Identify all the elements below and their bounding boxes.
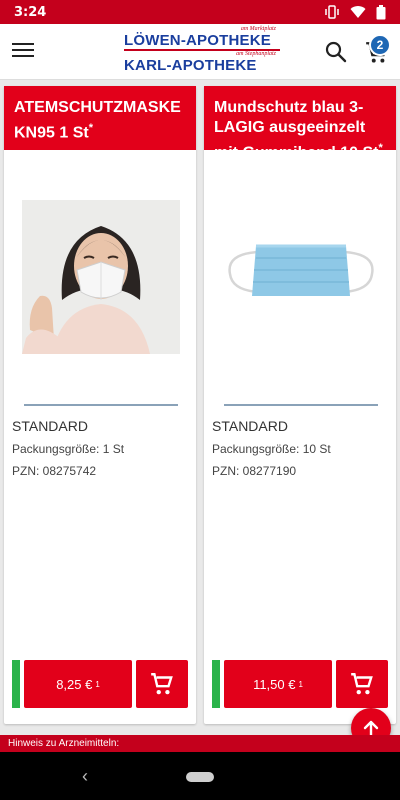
- add-to-cart-button[interactable]: [136, 660, 188, 708]
- battery-icon: [376, 4, 386, 19]
- search-icon[interactable]: [324, 40, 348, 64]
- logo-line-karl: KARL-APOTHEKE: [124, 57, 257, 74]
- in-stock-indicator: [12, 660, 20, 708]
- product-pack-size: Packungsgröße: 10 St: [212, 442, 331, 456]
- pharmacy-logo[interactable]: am Marktplatz LÖWEN-APOTHEKE am Stephanp…: [124, 26, 280, 76]
- product-card[interactable]: Mundschutz blau 3-LAGIG ausgeeinzelt mit…: [204, 86, 396, 724]
- product-name: Mundschutz blau 3-LAGIG ausgeeinzelt mit…: [214, 99, 379, 162]
- in-stock-indicator: [212, 660, 220, 708]
- product-name: ATEMSCHUTZMASKE KN95 1 St: [14, 99, 181, 142]
- footnote-star: *: [88, 122, 93, 134]
- cart-count-badge[interactable]: 2: [369, 34, 391, 56]
- menu-icon[interactable]: [12, 40, 34, 62]
- price-button[interactable]: 11,50 €1: [224, 660, 332, 708]
- footnote-star: *: [378, 142, 383, 154]
- add-cart-icon: [151, 673, 173, 695]
- product-card[interactable]: ATEMSCHUTZMASKE KN95 1 St* STANDARD Pack…: [4, 86, 196, 724]
- status-time: 3:24: [14, 4, 47, 20]
- status-bar: 3:24: [0, 0, 400, 24]
- product-price: 11,50 €: [253, 676, 296, 692]
- divider: [24, 404, 178, 406]
- home-pill-icon[interactable]: [186, 772, 214, 782]
- product-title-bar[interactable]: Mundschutz blau 3-LAGIG ausgeeinzelt mit…: [204, 86, 396, 161]
- product-image-kn95[interactable]: [22, 200, 180, 354]
- add-to-cart-button[interactable]: [336, 660, 388, 708]
- product-pzn: PZN: 08275742: [12, 464, 97, 478]
- back-icon[interactable]: ‹: [82, 766, 88, 787]
- price-footnote: 1: [95, 679, 100, 689]
- price-footnote: 1: [298, 679, 303, 689]
- status-icons: [324, 4, 386, 20]
- wifi-icon: [350, 6, 366, 19]
- product-pzn: PZN: 08277190: [212, 464, 297, 478]
- divider: [224, 404, 378, 406]
- product-title-bar[interactable]: ATEMSCHUTZMASKE KN95 1 St*: [4, 86, 196, 150]
- app-bar: am Marktplatz LÖWEN-APOTHEKE am Stephanp…: [0, 24, 400, 80]
- logo-line-loewen: LÖWEN-APOTHEKE: [124, 32, 271, 49]
- product-pack-size: Packungsgröße: 1 St: [12, 442, 125, 456]
- add-cart-icon: [351, 673, 373, 695]
- price-button[interactable]: 8,25 €1: [24, 660, 132, 708]
- medication-hint-bar[interactable]: Hinweis zu Arzneimitteln:: [0, 735, 400, 752]
- product-variant: STANDARD: [12, 418, 88, 434]
- product-variant: STANDARD: [212, 418, 288, 434]
- system-nav-bar: ‹: [0, 752, 400, 800]
- medication-hint-text: Hinweis zu Arzneimitteln:: [8, 738, 120, 749]
- vibrate-icon: [325, 5, 339, 19]
- product-price: 8,25 €: [56, 676, 93, 692]
- product-image-mask[interactable]: [222, 200, 380, 354]
